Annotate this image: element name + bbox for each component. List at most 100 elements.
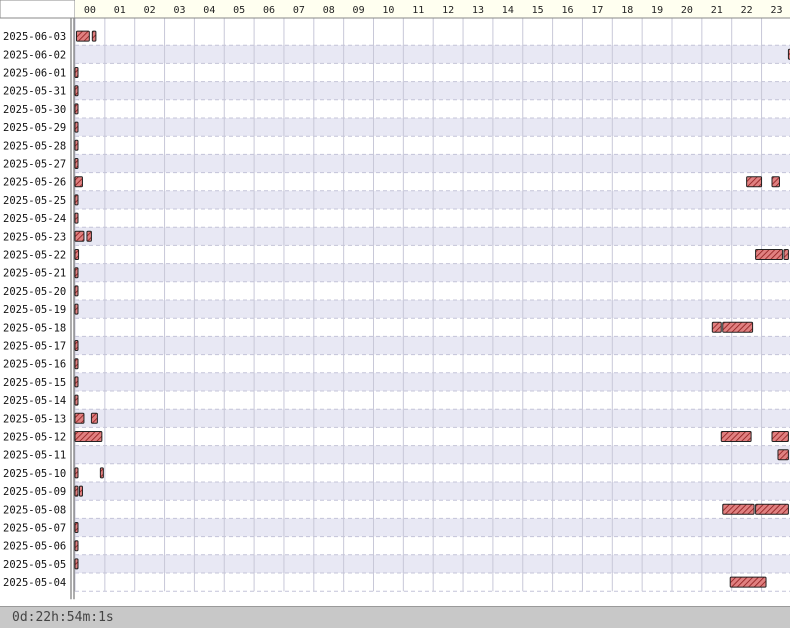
row-band <box>75 336 790 355</box>
date-label: 2025-05-28 <box>3 140 66 152</box>
activity-bar <box>74 467 79 479</box>
row-band <box>75 99 790 118</box>
hour-tick-label: 18 <box>621 5 633 16</box>
activity-bar <box>74 67 79 78</box>
activity-bar <box>74 431 103 442</box>
hour-tick-label: 21 <box>711 5 723 16</box>
row-band <box>75 281 790 300</box>
date-label: 2025-05-05 <box>3 559 66 571</box>
row-band <box>75 354 790 373</box>
row-band <box>75 300 790 319</box>
date-label: 2025-05-17 <box>3 341 66 353</box>
hour-tick-label: 22 <box>741 5 753 16</box>
activity-bar <box>74 358 79 370</box>
hour-tick-label: 12 <box>442 5 454 16</box>
date-label: 2025-05-21 <box>3 268 66 280</box>
activity-bar <box>783 249 789 260</box>
activity-bar <box>74 103 79 115</box>
date-label: 2025-05-14 <box>3 395 66 407</box>
activity-bar <box>771 176 780 188</box>
date-label: 2025-05-11 <box>3 450 66 462</box>
activity-bar <box>74 522 79 533</box>
activity-bar <box>74 376 79 388</box>
hour-tick-label: 20 <box>681 5 693 16</box>
activity-bar <box>74 139 79 151</box>
hour-tick-label: 10 <box>382 5 394 16</box>
activity-bar <box>74 303 79 315</box>
row-band <box>75 463 790 482</box>
date-label: 2025-05-24 <box>3 213 66 225</box>
row-band <box>75 518 790 537</box>
row-band <box>75 427 790 446</box>
date-label: 2025-05-29 <box>3 122 66 134</box>
activity-bar <box>74 249 80 260</box>
date-label: 2025-05-30 <box>3 104 66 116</box>
activity-bar <box>722 503 755 515</box>
date-label: 2025-05-07 <box>3 523 66 535</box>
hour-tick-label: 02 <box>144 5 156 16</box>
hour-tick-label: 13 <box>472 5 484 16</box>
row-band <box>75 190 790 209</box>
hour-tick-label: 05 <box>233 5 245 16</box>
header-corner <box>0 0 76 19</box>
date-label: 2025-05-19 <box>3 304 66 316</box>
date-label: 2025-05-18 <box>3 322 66 334</box>
date-label: 2025-06-02 <box>3 49 66 61</box>
timeline-chart: 00 01 02 03 04 05 06 07 08 09 10 11 12 13 14 15 16 17 18 19… <box>0 0 790 600</box>
row-band <box>75 227 790 246</box>
activity-bar <box>74 194 79 206</box>
activity-bar <box>720 431 752 442</box>
activity-bar <box>74 558 79 570</box>
activity-bar <box>74 485 79 497</box>
activity-bar <box>86 230 92 242</box>
status-bar: 0d:22h:54m:1s <box>0 606 790 628</box>
date-label: 2025-05-15 <box>3 377 66 389</box>
row-band <box>75 391 790 410</box>
activity-bar <box>777 449 789 461</box>
row-band <box>75 118 790 137</box>
activity-bar <box>91 30 97 42</box>
row-band <box>75 209 790 228</box>
activity-bar <box>711 321 722 333</box>
row-band <box>75 573 790 592</box>
hour-tick-label: 06 <box>263 5 275 16</box>
row-band <box>75 154 790 173</box>
hour-tick-label: 23 <box>770 5 782 16</box>
date-label: 2025-05-25 <box>3 195 66 207</box>
date-label: 2025-05-31 <box>3 86 66 98</box>
hour-tick-label: 01 <box>114 5 126 16</box>
date-label: 2025-05-20 <box>3 286 66 298</box>
row-band <box>75 81 790 100</box>
hour-tick-label: 07 <box>293 5 305 16</box>
hour-tick-label: 16 <box>562 5 574 16</box>
activity-bar <box>74 230 85 242</box>
date-label: 2025-05-13 <box>3 413 66 425</box>
activity-bar <box>74 267 79 279</box>
row-band <box>75 409 790 428</box>
activity-bar <box>755 503 789 515</box>
activity-bar <box>90 412 98 424</box>
date-label: 2025-05-09 <box>3 486 66 498</box>
date-label: 2025-05-26 <box>3 177 66 189</box>
hour-tick-label: 15 <box>532 5 544 16</box>
activity-bar <box>74 340 79 351</box>
hour-tick-label: 09 <box>353 5 365 16</box>
date-label: 2025-06-01 <box>3 68 66 80</box>
date-label: 2025-06-03 <box>3 31 66 43</box>
date-label: 2025-05-04 <box>3 577 66 589</box>
activity-bar <box>722 321 754 333</box>
activity-bar <box>74 285 79 297</box>
row-band <box>75 318 790 337</box>
activity-bar <box>74 540 79 552</box>
date-label: 2025-05-23 <box>3 231 66 243</box>
activity-bar <box>74 176 83 188</box>
activity-bar <box>729 576 767 588</box>
activity-bar <box>74 394 79 406</box>
row-band <box>75 482 790 501</box>
date-label: 2025-05-08 <box>3 504 66 516</box>
row-band <box>75 500 790 519</box>
activity-bar <box>74 121 79 133</box>
activity-bar <box>74 85 79 97</box>
activity-bar <box>771 431 789 442</box>
row-band <box>75 372 790 391</box>
